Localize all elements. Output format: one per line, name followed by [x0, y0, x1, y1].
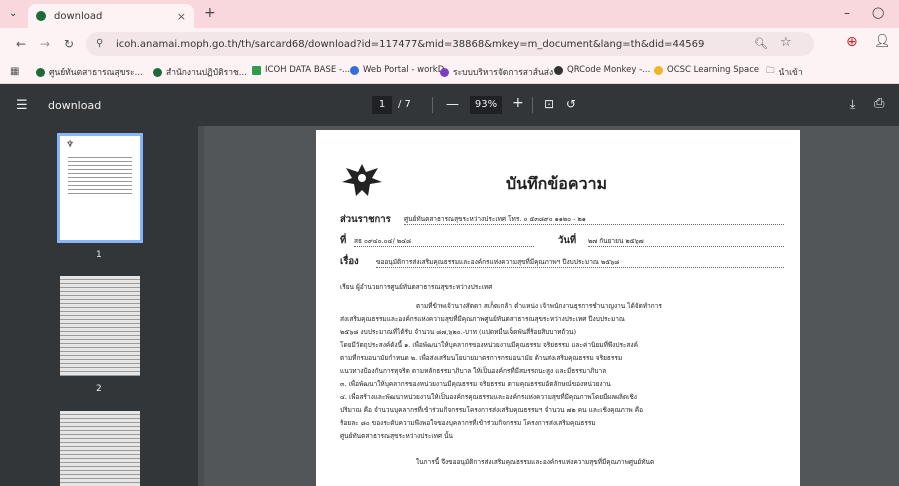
bookmark-label: Web Portal - workD: [363, 65, 445, 75]
body-line: ศูนย์ทันตสาธารณสุขระหว่างประเทศ นั้น: [340, 432, 453, 440]
site-favicon-icon: [36, 11, 46, 21]
body-line: ๔. เพื่อสร้างและพัฒนาหน่วยงานให้เป็นองค์…: [340, 393, 637, 401]
memo-heading: บันทึกข้อความ: [506, 174, 608, 193]
bookmark-label: OCSC Learning Space: [667, 65, 760, 75]
thumbnail-page-3[interactable]: [60, 411, 140, 486]
toolbar-divider: [432, 97, 433, 113]
pdf-title: download: [48, 99, 102, 112]
close-tab-icon[interactable]: ×: [177, 10, 186, 23]
bookmark-label: สำนักงานปฏิบัติราช...: [166, 68, 247, 78]
bookmark-star-icon[interactable]: ☆: [780, 36, 792, 49]
bookmark-item[interactable]: QRCode Monkey -...: [554, 65, 650, 75]
rotate-icon[interactable]: ↺: [566, 98, 576, 111]
download-icon[interactable]: ⤓: [850, 98, 855, 111]
body-line: ๓. เพื่อพัฒนาให้บุคลากรของหน่วยงานมีคุณธ…: [340, 380, 611, 388]
body-line: ส่งเสริมคุณธรรมและองค์กรแห่งความสุขที่มี…: [340, 315, 625, 323]
browser-toolbar: ← → ↻ ⚲ icoh.anamai.moph.go.th/th/sarcar…: [0, 28, 899, 60]
zoom-level-input[interactable]: 93%: [470, 96, 502, 114]
thumb-garuda-icon: ♆: [66, 140, 75, 150]
subject-value: ขออนุมัติการส่งเสริมคุณธรรมและองค์กรแห่ง…: [376, 257, 784, 268]
bookmark-label: ศูนย์ทันตสาธารณสุขระ...: [49, 68, 143, 78]
thumbnail-label-2: 2: [96, 384, 102, 394]
body-line: ปริมาณ คือ จำนวนบุคลากรที่เข้าร่วมกิจกรร…: [340, 406, 644, 414]
bookmark-label: ระบบบริหารจัดการสาส์นส่ง: [453, 68, 554, 78]
thumbnail-page-1[interactable]: ♆: [57, 133, 143, 243]
bookmark-item[interactable]: Web Portal - workD: [350, 65, 444, 75]
body-line: ๒๕๖๘ งบประมาณที่ได้รับ จำนวน ๘๗,๖๒๐.-บาท…: [340, 328, 576, 336]
agency-value: ศูนย์ทันตสาธารณสุขระหว่างประเทศ โทร. ๐ ๕…: [404, 214, 784, 225]
thumbnail-page-2[interactable]: [60, 276, 140, 376]
page-number-input[interactable]: 1: [372, 96, 392, 114]
pdf-viewport: บันทึกข้อความ ส่วนราชการ ศูนย์ทันตสาธารณ…: [204, 126, 899, 486]
page-total: / 7: [398, 99, 411, 110]
thumbnail-label-1: 1: [96, 250, 102, 260]
ref-value: สธ ๐๙๔๐.๐๔/ ๒๔๘: [354, 236, 534, 247]
bookmark-item[interactable]: ศูนย์ทันตสาธารณสุขระ...: [36, 65, 143, 79]
fit-page-icon[interactable]: ⊡: [544, 98, 554, 111]
thumb-text-lines: [68, 154, 132, 194]
bookmark-favicon-icon: [440, 67, 449, 77]
body-line: โดยมีวัตถุประสงค์ดังนี้ ๑. เพื่อพัฒนาให้…: [340, 341, 638, 349]
agency-label: ส่วนราชการ: [340, 214, 391, 225]
body-line: ตามที่กรมอนามัยกำหนด ๒. เพื่อส่งเสริมนโย…: [340, 354, 623, 362]
bookmark-item[interactable]: OCSC Learning Space: [654, 65, 759, 75]
tab-search-chevron-icon[interactable]: ⌄: [9, 8, 17, 20]
zoom-icon[interactable]: 🔍︎: [754, 38, 768, 50]
bookmark-favicon-icon: [36, 67, 45, 77]
url-text: icoh.anamai.moph.go.th/th/sarcard68/down…: [116, 38, 705, 50]
date-label: วันที่: [558, 235, 577, 246]
bookmark-favicon-icon: [153, 67, 162, 77]
site-info-icon[interactable]: ⚲: [96, 38, 103, 50]
body-line: ตามที่ข้าพเจ้านางสัตดา สเก็ตเกล้า ตำแหน่…: [416, 302, 662, 310]
minimize-icon[interactable]: –: [844, 7, 850, 19]
zoom-in-icon[interactable]: +: [512, 96, 524, 110]
reload-icon[interactable]: ↻: [64, 38, 74, 50]
tab-strip: ⌄ download × + – ◯: [0, 0, 899, 28]
folder-icon: 🗀︎: [766, 66, 775, 76]
print-icon[interactable]: ⎙: [874, 97, 884, 110]
toolbar-divider: [532, 97, 533, 113]
subject-label: เรื่อง: [340, 256, 359, 267]
body-line: แนวทางป้องกันการทุจริต ตามหลักธรรมาภิบาล…: [340, 367, 607, 375]
download-status-icon[interactable]: ⊕: [846, 35, 858, 49]
bookmark-item[interactable]: สำนักงานปฏิบัติราช...: [153, 65, 247, 79]
bookmark-favicon-icon: [554, 65, 563, 75]
bookmarks-bar: ▦ ศูนย์ทันตสาธารณสุขระ... สำนักงานปฏิบัต…: [0, 60, 899, 84]
bookmark-label: ICOH DATA BASE -...: [265, 65, 351, 75]
maximize-icon[interactable]: ◯: [872, 7, 884, 19]
profile-avatar-icon[interactable]: 👤︎: [874, 35, 891, 48]
forward-icon[interactable]: →: [40, 38, 50, 50]
bookmark-item[interactable]: ICOH DATA BASE -...: [252, 65, 350, 75]
bookmark-favicon-icon: [654, 65, 663, 75]
back-icon[interactable]: ←: [16, 38, 26, 50]
menu-icon[interactable]: ☰: [16, 99, 28, 112]
address-bar[interactable]: ⚲ icoh.anamai.moph.go.th/th/sarcard68/do…: [86, 32, 814, 56]
tab-download[interactable]: download ×: [28, 4, 194, 28]
new-tab-icon[interactable]: +: [204, 6, 216, 20]
body-line: ในการนี้ จึงขออนุมัติการส่งเสริมคุณธรรมแ…: [416, 458, 655, 466]
ref-label: ที่: [340, 235, 347, 246]
bookmark-item[interactable]: ระบบบริหารจัดการสาส์นส่ง: [440, 65, 553, 79]
tab-title: download: [54, 10, 103, 22]
bookmark-label: QRCode Monkey -...: [567, 65, 651, 75]
bookmark-folder[interactable]: 🗀︎ นำเข้า: [766, 65, 803, 79]
date-value: ๒๗ กันยายน ๒๕๖๗: [588, 236, 784, 247]
bookmark-favicon-icon: [252, 65, 261, 75]
pdf-toolbar: ☰ download 1 / 7 — 93% + ⊡ ↺ ⤓ ⎙: [0, 84, 899, 126]
bookmark-favicon-icon: [350, 65, 359, 75]
garuda-emblem-icon: [342, 164, 382, 196]
salutation: เรียน ผู้อำนวยการศูนย์ทันตสาธารณสุขระหว่…: [340, 283, 493, 291]
thumbnail-sidebar: ♆ 1 2: [0, 126, 204, 486]
pdf-page: บันทึกข้อความ ส่วนราชการ ศูนย์ทันตสาธารณ…: [316, 130, 800, 486]
zoom-out-icon[interactable]: —: [446, 98, 459, 111]
body-line: ร้อยละ ๘๐ ของระดับความพึงพอใจของบุคลากรท…: [340, 419, 596, 427]
bookmark-label: นำเข้า: [778, 68, 803, 78]
apps-grid-icon[interactable]: ▦: [10, 66, 19, 78]
